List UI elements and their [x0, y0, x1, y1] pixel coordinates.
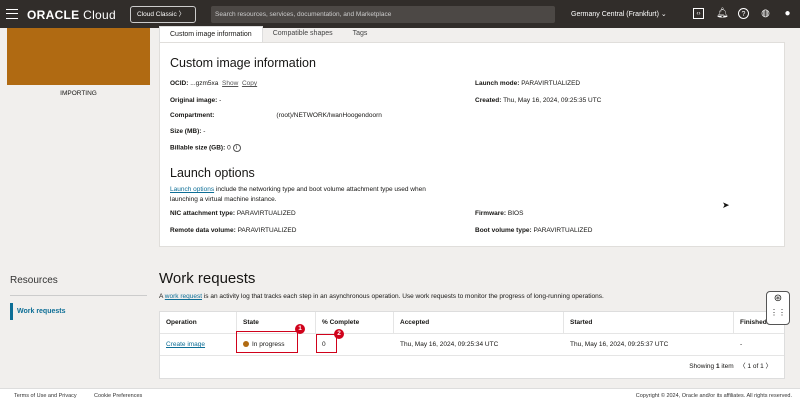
billable-size-field: Billable size (GB): 0 i — [170, 144, 241, 152]
col-complete[interactable]: % Complete — [316, 312, 394, 334]
footer: Terms of Use and Privacy Cookie Preferen… — [0, 388, 800, 403]
mouse-cursor-icon: ➤ — [722, 200, 730, 210]
nic-field: NIC attachment type: PARAVIRTUALIZED — [170, 210, 296, 217]
tab-custom-image-information[interactable]: Custom image information — [159, 26, 263, 42]
launch-options-link[interactable]: Launch options — [170, 186, 214, 193]
col-started[interactable]: Started — [564, 312, 734, 334]
copyright: Copyright © 2024, Oracle and/or its affi… — [635, 393, 792, 399]
user-icon[interactable]: ● — [782, 8, 793, 19]
bell-icon[interactable]: 🔔︎ — [716, 8, 729, 19]
launch-options-title: Launch options — [170, 166, 255, 180]
tab-tags[interactable]: Tags — [343, 26, 378, 42]
image-status-tile — [7, 28, 150, 85]
menu-icon[interactable] — [6, 9, 18, 19]
pagination: Showing 1 item 〈 1 of 1 〉 — [689, 363, 773, 370]
work-requests-desc: A work request is an activity log that t… — [159, 293, 604, 300]
oracle-cloud-logo[interactable]: ORACLE Cloud — [27, 8, 116, 22]
firmware-field: Firmware: BIOS — [475, 210, 524, 217]
size-field: Size (MB): - — [170, 128, 206, 135]
region-selector[interactable]: Germany Central (Frankfurt) ⌄ — [571, 10, 667, 18]
sidebar-item-work-requests[interactable]: Work requests — [10, 303, 147, 320]
annotation-box-state — [236, 331, 298, 353]
finished-cell: - — [740, 341, 743, 348]
launch-options-desc-2: launching a virtual machine instance. — [170, 196, 277, 203]
boot-volume-field: Boot volume type: PARAVIRTUALIZED — [475, 227, 593, 234]
help-widget[interactable]: ⊛ ⋮⋮ — [766, 291, 790, 325]
search-input[interactable]: Search resources, services, documentatio… — [211, 6, 555, 23]
annotation-box-complete — [316, 334, 337, 353]
annotation-badge-1: 1 — [295, 324, 305, 334]
original-image-field: Original image: - — [170, 97, 222, 104]
annotation-badge-2: 2 — [334, 329, 344, 339]
code-editor-icon[interactable]: ‹› — [693, 8, 704, 19]
ocid-field: OCID: ...gzm5xa Show Copy — [170, 80, 258, 87]
compartment-field: Compartment: (root)/NETWORK/IwanHoogendoo… — [170, 112, 382, 119]
info-title: Custom image information — [170, 56, 316, 70]
divider — [10, 295, 147, 296]
tabs: Custom image information Compatible shap… — [159, 26, 377, 42]
remote-volume-field: Remote data volume: PARAVIRTUALIZED — [170, 227, 297, 234]
col-accepted[interactable]: Accepted — [394, 312, 564, 334]
next-page-button[interactable]: 〉 — [766, 363, 773, 370]
globe-icon[interactable]: ◍ — [760, 8, 771, 19]
help-icon[interactable]: ? — [738, 8, 749, 19]
cloud-classic-button[interactable]: Cloud Classic 〉 — [130, 6, 196, 23]
accepted-cell: Thu, May 16, 2024, 09:25:34 UTC — [400, 341, 499, 348]
tab-compatible-shapes[interactable]: Compatible shapes — [263, 26, 343, 42]
created-field: Created: Thu, May 16, 2024, 09:25:35 UTC — [475, 97, 602, 104]
top-nav: ORACLE Cloud Cloud Classic 〉 Search reso… — [0, 0, 800, 28]
lifebuoy-icon: ⊛ — [773, 293, 783, 304]
launch-options-desc: Launch options include the networking ty… — [170, 186, 426, 193]
work-request-link[interactable]: work request — [165, 293, 202, 300]
info-panel: Custom image information OCID: ...gzm5xa… — [159, 42, 785, 247]
info-icon[interactable]: i — [232, 144, 241, 152]
prev-page-button[interactable]: 〈 — [739, 363, 746, 370]
started-cell: Thu, May 16, 2024, 09:25:37 UTC — [570, 341, 669, 348]
work-requests-title: Work requests — [159, 270, 256, 287]
terms-link[interactable]: Terms of Use and Privacy — [14, 389, 77, 403]
create-image-link[interactable]: Create image — [166, 341, 205, 348]
resources-title: Resources — [10, 275, 58, 286]
grid-icon: ⋮⋮ — [770, 308, 786, 317]
col-operation[interactable]: Operation — [160, 312, 237, 334]
cookie-preferences-link[interactable]: Cookie Preferences — [94, 389, 142, 403]
launch-mode-field: Launch mode: PARAVIRTUALIZED — [475, 80, 581, 87]
copy-link[interactable]: Copy — [242, 80, 257, 87]
image-status: IMPORTING — [60, 90, 97, 97]
show-link[interactable]: Show — [222, 80, 238, 87]
